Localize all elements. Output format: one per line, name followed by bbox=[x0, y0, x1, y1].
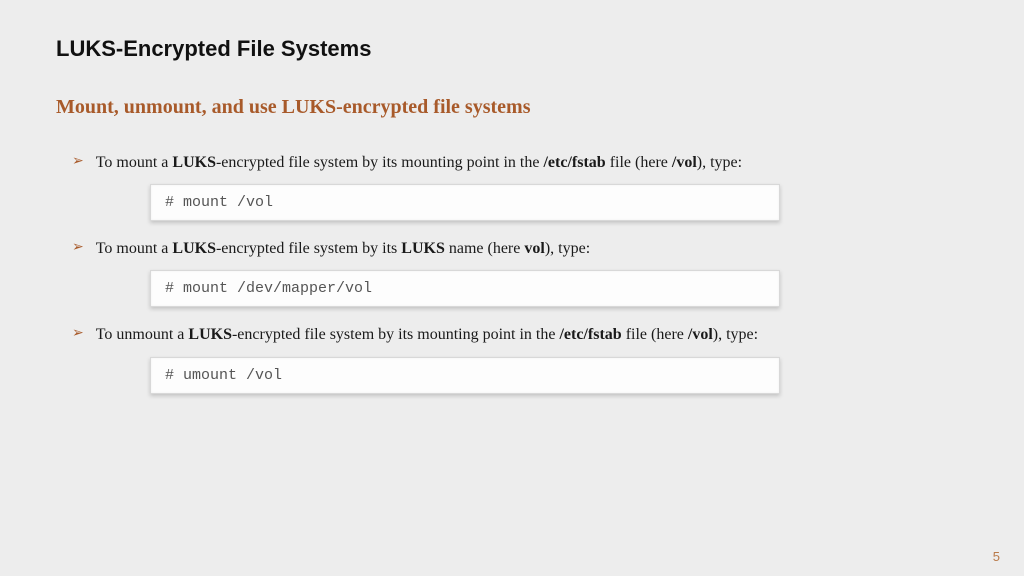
list-item: ➢ To unmount a LUKS-encrypted file syste… bbox=[72, 317, 968, 393]
code-block: # umount /vol bbox=[150, 357, 780, 394]
bullet-chevron-icon: ➢ bbox=[72, 233, 84, 264]
page-title: LUKS-Encrypted File Systems bbox=[56, 36, 968, 62]
bullet-text: To mount a LUKS-encrypted file system by… bbox=[96, 231, 968, 266]
page-number: 5 bbox=[993, 549, 1000, 564]
section-title: Mount, unmount, and use LUKS-encrypted f… bbox=[56, 96, 968, 119]
list-item: ➢ To mount a LUKS-encrypted file system … bbox=[72, 231, 968, 307]
bullet-text: To mount a LUKS-encrypted file system by… bbox=[96, 145, 968, 180]
bullet-list: ➢ To mount a LUKS-encrypted file system … bbox=[56, 145, 968, 394]
code-block: # mount /dev/mapper/vol bbox=[150, 270, 780, 307]
bullet-chevron-icon: ➢ bbox=[72, 319, 84, 350]
code-block: # mount /vol bbox=[150, 184, 780, 221]
list-item: ➢ To mount a LUKS-encrypted file system … bbox=[72, 145, 968, 221]
bullet-chevron-icon: ➢ bbox=[72, 147, 84, 178]
bullet-text: To unmount a LUKS-encrypted file system … bbox=[96, 317, 968, 352]
